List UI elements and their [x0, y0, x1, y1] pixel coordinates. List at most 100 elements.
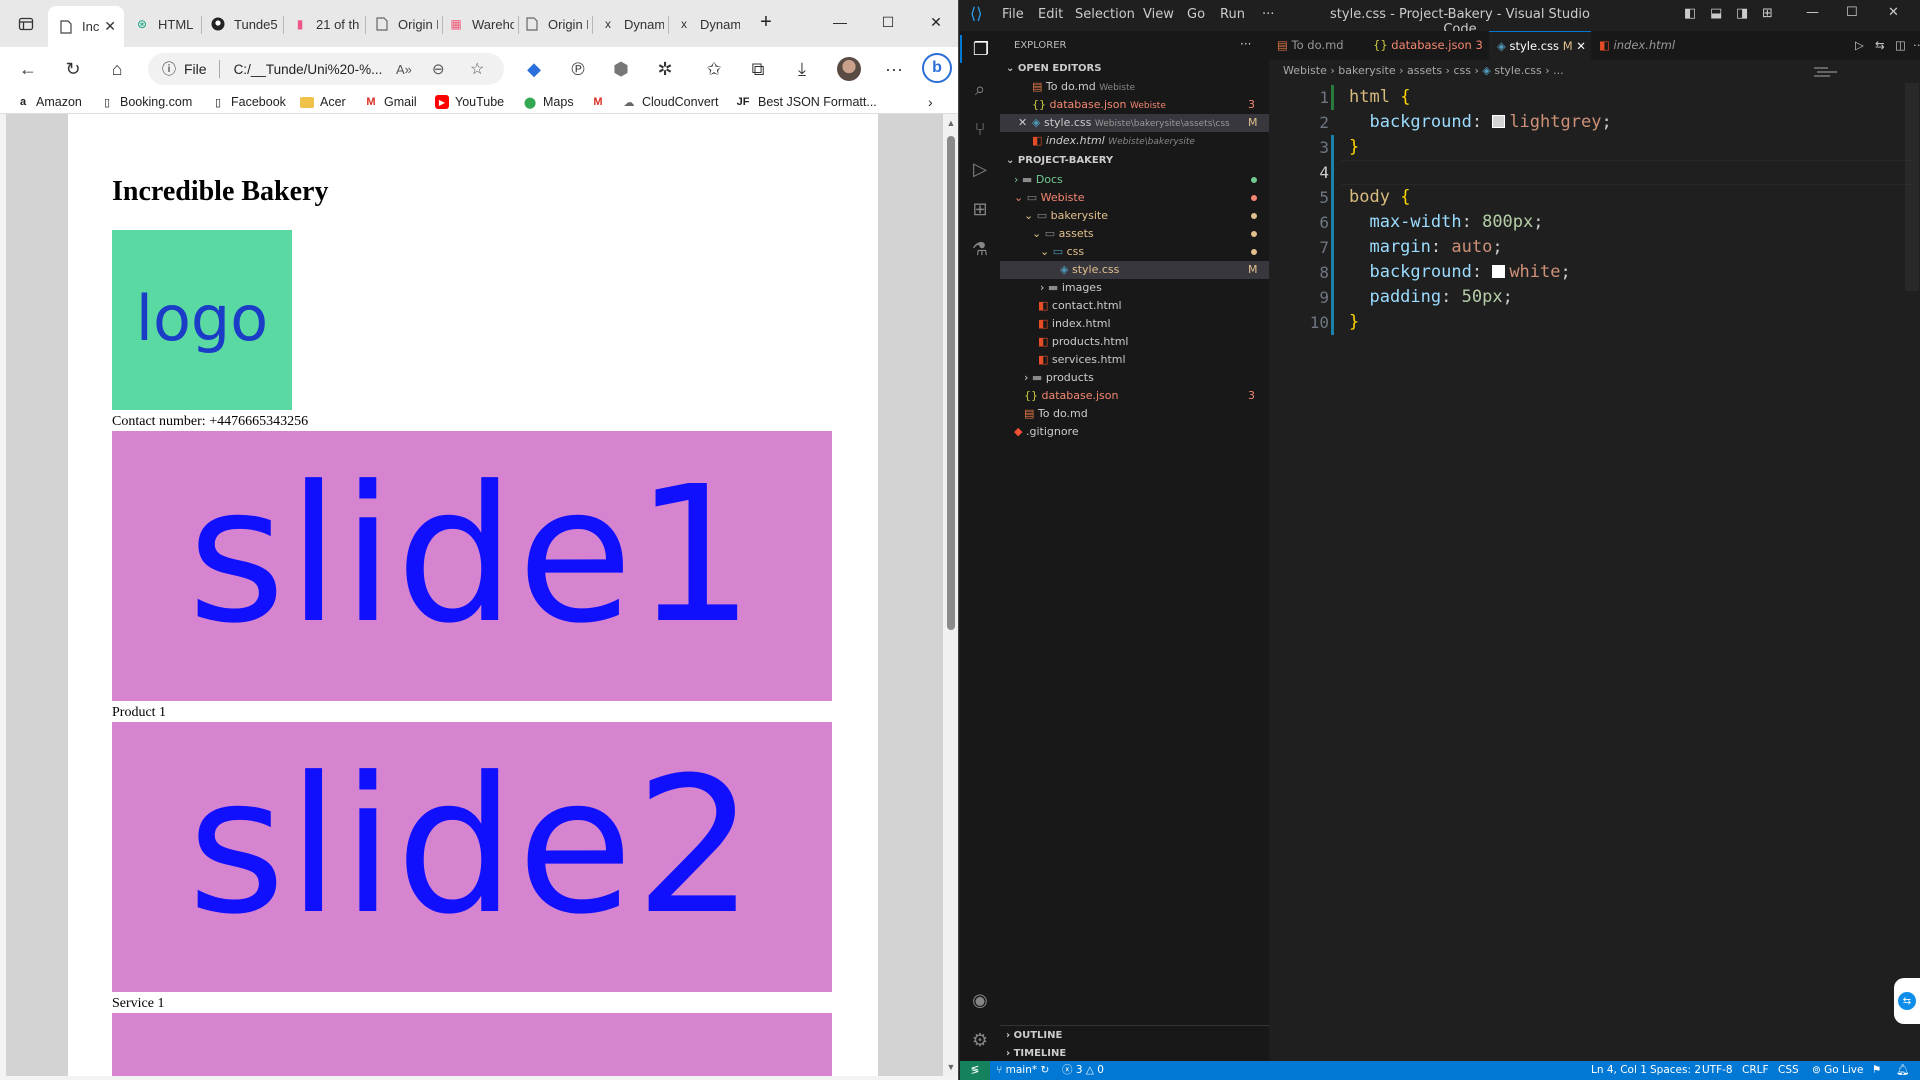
- scroll-up-icon[interactable]: ▲: [943, 118, 958, 128]
- explorer-more-icon[interactable]: ···: [1240, 35, 1251, 53]
- editor-tab-database[interactable]: {} database.json 3: [1365, 31, 1489, 60]
- bookmark-youtube[interactable]: ▶ YouTube: [435, 92, 504, 112]
- editor-more-icon[interactable]: ⋯: [1905, 31, 1920, 60]
- tree-item[interactable]: ▤ To do.md: [1024, 405, 1088, 423]
- tab-origin-1[interactable]: Origin E: [374, 9, 438, 39]
- split-editor-icon[interactable]: ◫: [1887, 31, 1906, 60]
- menu-view[interactable]: View: [1143, 7, 1174, 22]
- editor-scrollbar[interactable]: [1905, 83, 1919, 291]
- customize-layout-icon[interactable]: ⊞: [1762, 6, 1773, 21]
- bookmark-gmail[interactable]: M Gmail: [364, 92, 416, 112]
- tree-item[interactable]: › ▬ products: [1024, 369, 1094, 387]
- testing-icon[interactable]: ⚗: [966, 235, 994, 263]
- teamviewer-tab[interactable]: ⇆: [1894, 978, 1920, 1024]
- tree-item[interactable]: {} database.json: [1024, 387, 1118, 405]
- tree-item[interactable]: › ▬ Docs: [1014, 171, 1063, 189]
- feedback-icon[interactable]: ⚑: [1872, 1061, 1881, 1080]
- explorer-icon[interactable]: ❐: [960, 35, 1000, 63]
- bookmark-maps[interactable]: ⬤ Maps: [523, 92, 574, 112]
- tree-item[interactable]: ⌄ ▭ css: [1040, 243, 1084, 261]
- manage-gear-icon[interactable]: ⚙: [966, 1026, 994, 1054]
- downloads-icon[interactable]: ⤓: [788, 55, 816, 83]
- tree-item[interactable]: ◆ .gitignore: [1014, 423, 1079, 441]
- extensions-icon[interactable]: ✲: [651, 55, 679, 83]
- color-swatch[interactable]: [1492, 115, 1506, 128]
- tree-item[interactable]: ◧ index.html: [1038, 315, 1111, 333]
- bookmarks-more-icon[interactable]: ›: [928, 92, 933, 112]
- back-icon[interactable]: ←: [14, 55, 42, 83]
- home-icon[interactable]: ⌂: [103, 55, 131, 83]
- menu-file[interactable]: File: [1002, 7, 1024, 22]
- breadcrumb-item[interactable]: style.css: [1494, 64, 1541, 77]
- pinterest-icon[interactable]: ℗: [564, 55, 592, 83]
- open-changes-icon[interactable]: ⇆: [1867, 31, 1885, 60]
- minimize-icon[interactable]: —: [820, 10, 860, 34]
- bookmark-facebook[interactable]: ▯ Facebook: [211, 92, 286, 112]
- open-editor-item[interactable]: {} database.json Webiste: [1032, 96, 1166, 114]
- account-icon[interactable]: ◉: [966, 986, 994, 1014]
- tree-item[interactable]: ⌄ ▭ Webiste: [1014, 189, 1084, 207]
- maximize-icon[interactable]: ☐: [1846, 5, 1858, 20]
- zoom-icon[interactable]: ⊖: [432, 60, 445, 78]
- tree-item[interactable]: › ▬ images: [1040, 279, 1102, 297]
- tree-item[interactable]: ◧ services.html: [1038, 351, 1126, 369]
- bookmark-booking[interactable]: ▯ Booking.com: [100, 92, 192, 112]
- menu-go[interactable]: Go: [1187, 7, 1205, 22]
- bing-copilot-icon[interactable]: b: [921, 52, 953, 84]
- scrollbar-thumb[interactable]: [943, 136, 958, 630]
- outline-header[interactable]: › OUTLINE: [1006, 1027, 1062, 1045]
- maximize-icon[interactable]: ☐: [868, 10, 908, 34]
- read-aloud-icon[interactable]: A»: [396, 62, 412, 77]
- tab-origin-2[interactable]: Origin E: [524, 9, 588, 39]
- tab-dynamic-2[interactable]: x Dynam: [676, 9, 740, 39]
- problems-indicator[interactable]: ⓧ 3 △ 0: [1062, 1061, 1104, 1080]
- new-tab-icon[interactable]: +: [746, 10, 786, 34]
- tab-warehouse[interactable]: ▦ Wareho: [448, 9, 514, 39]
- toggle-panel-icon[interactable]: ⬓: [1710, 6, 1722, 21]
- close-editor-icon[interactable]: ✕: [1018, 114, 1027, 132]
- tab-incredible-bakery[interactable]: Inc ✕: [48, 6, 124, 47]
- close-tab-icon[interactable]: ✕: [104, 18, 116, 35]
- indentation[interactable]: Spaces: 2: [1650, 1061, 1701, 1080]
- tree-item[interactable]: ⌄ ▭ assets: [1032, 225, 1094, 243]
- tab-dynamic-1[interactable]: x Dynam: [600, 9, 664, 39]
- tree-item[interactable]: ◧ contact.html: [1038, 297, 1122, 315]
- collections-icon[interactable]: ⧉: [744, 55, 772, 83]
- source-control-icon[interactable]: ⑂: [966, 115, 994, 143]
- remote-icon[interactable]: ≶: [960, 1061, 990, 1080]
- editor-tab-todo[interactable]: ▤ To do.md: [1269, 31, 1365, 60]
- open-editor-item[interactable]: ◈ style.css Webiste\bakerysite\assets\cs…: [1032, 114, 1230, 132]
- git-branch[interactable]: ⑂ main* ↻: [996, 1061, 1049, 1080]
- refresh-icon[interactable]: ↻: [59, 55, 87, 83]
- open-editors-header[interactable]: ⌄ OPEN EDITORS: [1006, 60, 1101, 78]
- address-bar[interactable]: ⓘ File C:/__Tunde/Uni%20-%... A» ⊖ ☆: [148, 53, 504, 85]
- workspaces-icon[interactable]: [12, 10, 40, 38]
- search-icon[interactable]: ⌕: [966, 75, 994, 103]
- project-header[interactable]: ⌄ PROJECT-BAKERY: [1006, 152, 1113, 170]
- line-ending[interactable]: CRLF: [1742, 1061, 1769, 1080]
- toggle-secondary-sidebar-icon[interactable]: ◨: [1736, 6, 1748, 21]
- extension-icon[interactable]: ◆: [520, 55, 548, 83]
- menu-run[interactable]: Run: [1220, 7, 1245, 22]
- bookmark-gmail-2[interactable]: M: [591, 92, 611, 112]
- breadcrumb-item[interactable]: ...: [1553, 64, 1564, 77]
- tab-21-of[interactable]: ▮ 21 of th: [292, 9, 360, 39]
- run-icon[interactable]: ▷: [1847, 31, 1864, 60]
- breadcrumb-item[interactable]: bakerysite: [1338, 64, 1395, 77]
- breadcrumb-item[interactable]: assets: [1407, 64, 1442, 77]
- favorites-icon[interactable]: ✩: [700, 55, 728, 83]
- breadcrumb-item[interactable]: Webiste: [1283, 64, 1327, 77]
- bookmark-acer[interactable]: Acer: [300, 92, 346, 112]
- go-live-button[interactable]: ⊚ Go Live: [1812, 1061, 1863, 1080]
- menu-edit[interactable]: Edit: [1038, 7, 1063, 22]
- scroll-down-icon[interactable]: ▼: [943, 1062, 958, 1072]
- minimap[interactable]: [1814, 65, 1848, 87]
- close-window-icon[interactable]: ✕: [916, 10, 956, 34]
- encoding[interactable]: UTF-8: [1702, 1061, 1733, 1080]
- bookmark-amazon[interactable]: a Amazon: [16, 92, 82, 112]
- open-editor-item[interactable]: ◧ index.html Webiste\bakerysite: [1032, 132, 1195, 150]
- cursor-position[interactable]: Ln 4, Col 1: [1591, 1061, 1647, 1080]
- tab-github[interactable]: Tunde5: [210, 9, 278, 39]
- close-tab-icon[interactable]: ✕: [1576, 39, 1586, 53]
- breadcrumb-item[interactable]: css: [1453, 64, 1471, 77]
